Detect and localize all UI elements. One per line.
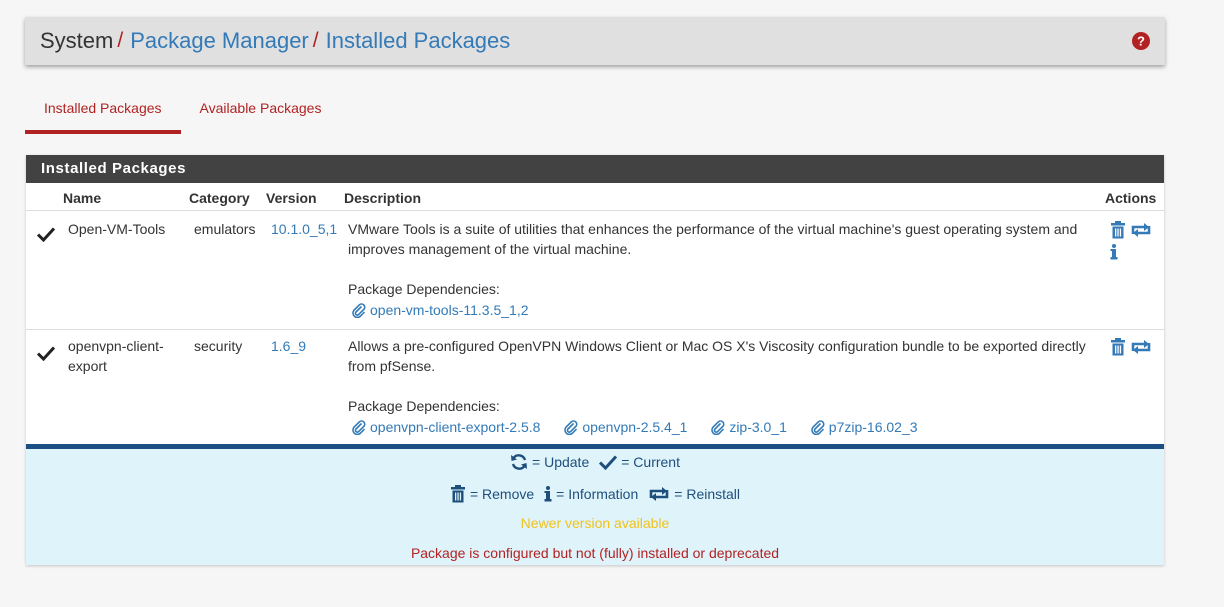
legend-update: = Update [510,453,589,471]
breadcrumb-installed-packages[interactable]: Installed Packages [326,28,511,54]
legend-reinstall-label: = Reinstall [674,486,741,502]
table-row: openvpn-client-export security 1.6_9 All… [26,331,1164,444]
column-actions: Actions [1105,190,1157,206]
breadcrumb-system: System [40,28,114,53]
panel-title: Installed Packages [26,155,1164,183]
table-header: Name Category Version Description Action… [26,183,1164,211]
breadcrumb-package-manager[interactable]: Package Manager [130,28,309,54]
legend-current-label: = Current [621,454,680,470]
dependency-label: openvpn-2.5.4_1 [582,419,688,435]
package-category: security [194,338,243,354]
info-icon [544,486,552,502]
reinstall-icon[interactable] [1130,340,1152,354]
tab-available-packages[interactable]: Available Packages [181,88,341,134]
legend-information: = Information [544,485,638,503]
check-icon [37,346,55,361]
legend-remove: = Remove [450,485,534,503]
legend-information-label: = Information [556,486,639,502]
legend-update-label: = Update [532,454,590,470]
dependency-label: p7zip-16.02_3 [828,419,918,435]
paperclip-icon [564,420,578,435]
dependency-label: zip-3.0_1 [729,419,787,435]
column-version: Version [266,190,317,206]
package-dependencies-label: Package Dependencies: [348,398,500,414]
legend-warning: Package is configured but not (fully) in… [410,545,780,561]
check-icon [599,455,618,470]
legend-line-1: = Update = Current [26,453,1164,471]
column-description: Description [344,190,422,206]
package-name: Open-VM-Tools [68,221,166,237]
package-name: openvpn-client-export [68,338,164,374]
reinstall-icon[interactable] [1130,223,1152,237]
column-category: Category [189,190,250,206]
column-name: Name [63,190,102,206]
dependency-link[interactable]: openvpn-2.5.4_1 [564,417,687,437]
dependency-link[interactable]: zip-3.0_1 [711,417,787,437]
trash-icon[interactable] [1110,338,1126,356]
info-icon[interactable] [1110,244,1118,260]
breadcrumb-separator: / [117,29,124,52]
paperclip-icon [810,420,825,435]
legend-remove-label: = Remove [469,486,535,502]
reinstall-icon [649,487,669,501]
dependency-link[interactable]: p7zip-16.02_3 [810,417,918,437]
dependency-label: openvpn-client-export-2.5.8 [370,419,541,435]
breadcrumb: System / Package Manager / Installed Pac… [25,17,1165,65]
trash-icon [450,485,465,503]
package-version-link[interactable]: 10.1.0_5,1 [271,219,337,239]
dependency-link[interactable]: open-vm-tools-11.3.5_1,2 [352,300,529,320]
package-version-link[interactable]: 1.6_9 [271,336,306,356]
package-description: Allows a pre-configured OpenVPN Windows … [348,338,1086,374]
trash-icon[interactable] [1110,221,1126,239]
tab-bar: Installed Packages Available Packages [25,88,340,134]
package-dependencies-label: Package Dependencies: [348,281,500,297]
installed-packages-panel: Installed Packages Name Category Version… [26,155,1164,565]
package-dependencies-list: open-vm-tools-11.3.5_1,2 [352,300,549,323]
paperclip-icon [352,420,366,435]
legend-line-2: = Remove = Information = Reinstall [26,485,1164,503]
tab-installed-packages[interactable]: Installed Packages [25,88,181,134]
svg-text:?: ? [1137,34,1145,49]
dependency-link[interactable]: openvpn-client-export-2.5.8 [352,417,540,437]
legend: = Update = Current = Remove = Informatio… [26,449,1164,565]
package-description: VMware Tools is a suite of utilities tha… [348,221,1078,257]
legend-reinstall: = Reinstall [648,486,740,502]
paperclip-icon [352,303,366,318]
legend-newer-version: Newer version available [520,515,670,531]
package-dependencies-list: openvpn-client-export-2.5.8 openvpn-2.5.… [352,417,938,440]
dependency-label: open-vm-tools-11.3.5_1,2 [370,302,529,318]
package-category: emulators [194,221,256,237]
legend-current: = Current [599,454,680,470]
table-row: Open-VM-Tools emulators 10.1.0_5,1 VMwar… [26,212,1164,330]
breadcrumb-separator: / [312,29,319,52]
check-icon [37,227,55,242]
update-icon [511,454,528,470]
paperclip-icon [711,420,725,435]
help-icon[interactable]: ? [1132,32,1150,50]
